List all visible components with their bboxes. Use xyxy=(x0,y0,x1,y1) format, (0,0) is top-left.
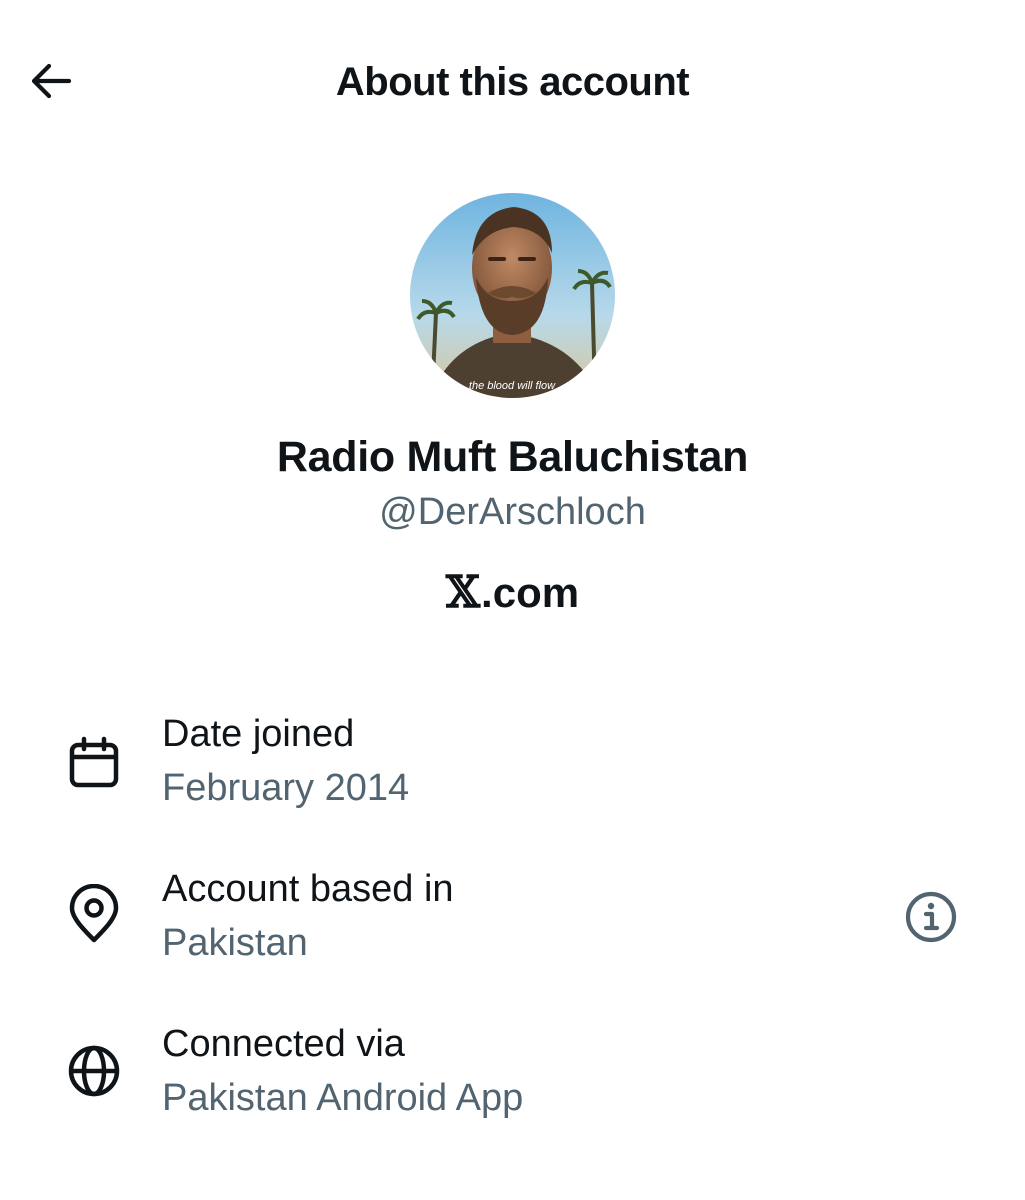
detail-row-date-joined: Date joined February 2014 xyxy=(0,711,1025,821)
location-pin-icon xyxy=(64,884,124,944)
detail-row-account-based-in: Account based in Pakistan xyxy=(0,866,1025,976)
detail-value: Pakistan Android App xyxy=(162,1077,524,1119)
info-icon xyxy=(905,891,957,943)
header-bar: About this account xyxy=(0,0,1025,165)
detail-label: Account based in xyxy=(162,868,454,910)
username-handle: @DerArschloch xyxy=(379,491,646,533)
detail-value: Pakistan xyxy=(162,922,308,964)
page-title: About this account xyxy=(335,60,690,104)
detail-value: February 2014 xyxy=(162,767,410,809)
info-button[interactable] xyxy=(900,886,962,948)
detail-label: Connected via xyxy=(162,1023,405,1065)
detail-label: Date joined xyxy=(162,713,355,755)
globe-icon xyxy=(64,1041,124,1101)
x-logo-icon: 𝕏 xyxy=(445,567,481,618)
platform-label: 𝕏 .com xyxy=(0,567,1025,619)
display-name: Radio Muft Baluchistan xyxy=(276,433,749,481)
calendar-icon xyxy=(64,733,124,793)
avatar-caption: the blood will flow xyxy=(469,380,556,392)
detail-row-connected-via: Connected via Pakistan Android App xyxy=(0,1021,1025,1131)
avatar[interactable]: the blood will flow xyxy=(410,193,615,398)
platform-domain: .com xyxy=(481,569,580,616)
